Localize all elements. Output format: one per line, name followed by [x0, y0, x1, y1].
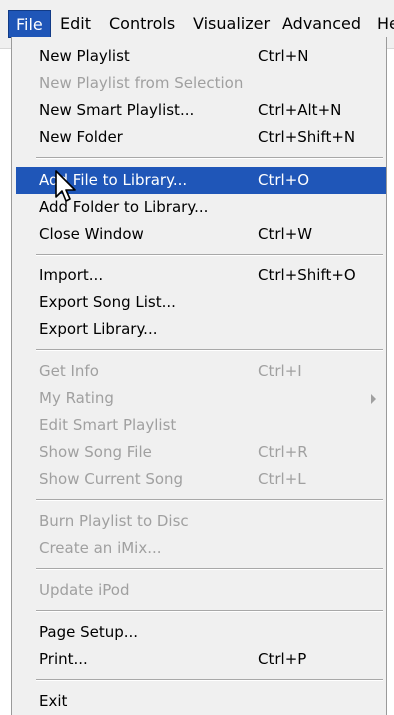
- menu-item-label: Show Song File: [39, 443, 152, 461]
- menu-item-shortcut: Ctrl+N: [258, 47, 309, 65]
- menu-item-export-library[interactable]: Export Library...: [16, 316, 386, 343]
- menu-item-label: Page Setup...: [39, 623, 139, 641]
- menu-item-shortcut: Ctrl+R: [258, 443, 308, 461]
- menu-item-new-playlist[interactable]: New Playlist Ctrl+N: [16, 43, 386, 70]
- menu-item-new-smart-playlist[interactable]: New Smart Playlist... Ctrl+Alt+N: [16, 97, 386, 124]
- menu-edit[interactable]: Edit: [53, 10, 98, 38]
- menu-item-label: New Folder: [39, 128, 123, 146]
- menu-item-shortcut: Ctrl+O: [258, 171, 310, 189]
- menu-item-label: Burn Playlist to Disc: [39, 512, 189, 530]
- menu-advanced[interactable]: Advanced: [275, 10, 368, 38]
- menu-item-print[interactable]: Print... Ctrl+P: [16, 646, 386, 673]
- menu-item-import[interactable]: Import... Ctrl+Shift+O: [16, 262, 386, 289]
- menu-item-exit[interactable]: Exit: [16, 688, 386, 715]
- menu-item-shortcut: Ctrl+Shift+O: [258, 266, 356, 284]
- menu-item-shortcut: Ctrl+L: [258, 470, 306, 488]
- menu-item-shortcut: Ctrl+P: [258, 650, 307, 668]
- menu-item-label: Get Info: [39, 362, 99, 380]
- menu-item-label: Export Library...: [39, 320, 158, 338]
- menu-item-label: Create an iMix...: [39, 539, 162, 557]
- menu-item-create-an-imix: Create an iMix...: [16, 535, 386, 562]
- menu-item-new-playlist-from-selection: New Playlist from Selection: [16, 70, 386, 97]
- menu-item-page-setup[interactable]: Page Setup...: [16, 619, 386, 646]
- menu-item-burn-playlist-to-disc: Burn Playlist to Disc: [16, 508, 386, 535]
- menu-separator: [36, 349, 383, 351]
- menu-visualizer[interactable]: Visualizer: [186, 10, 277, 38]
- menu-item-shortcut: Ctrl+Shift+N: [258, 128, 356, 146]
- menu-item-label: Exit: [39, 692, 68, 710]
- menu-item-shortcut: Ctrl+Alt+N: [258, 101, 342, 119]
- menu-separator: [36, 254, 383, 256]
- menu-separator: [36, 499, 383, 501]
- menu-item-label: New Playlist from Selection: [39, 74, 244, 92]
- menu-item-label: Edit Smart Playlist: [39, 416, 177, 434]
- menu-item-label: Export Song List...: [39, 293, 176, 311]
- menu-item-label: New Smart Playlist...: [39, 101, 195, 119]
- menu-item-close-window[interactable]: Close Window Ctrl+W: [16, 221, 386, 248]
- menu-item-show-song-file: Show Song File Ctrl+R: [16, 439, 386, 466]
- menu-item-label: Update iPod: [39, 581, 130, 599]
- menu-separator: [36, 568, 383, 570]
- menu-separator: [36, 679, 383, 681]
- menu-item-label: Print...: [39, 650, 88, 668]
- menu-item-edit-smart-playlist: Edit Smart Playlist: [16, 412, 386, 439]
- menu-item-label: Import...: [39, 266, 104, 284]
- menu-item-shortcut: Ctrl+I: [258, 362, 302, 380]
- menu-item-get-info: Get Info Ctrl+I: [16, 358, 386, 385]
- menu-item-export-song-list[interactable]: Export Song List...: [16, 289, 386, 316]
- file-menu-dropdown: New Playlist Ctrl+N New Playlist from Se…: [11, 37, 387, 715]
- menu-separator: [36, 157, 383, 159]
- menu-item-my-rating: My Rating: [16, 385, 386, 412]
- menu-item-show-current-song: Show Current Song Ctrl+L: [16, 466, 386, 493]
- menu-item-label: Close Window: [39, 225, 144, 243]
- menu-controls[interactable]: Controls: [102, 10, 182, 38]
- menu-item-new-folder[interactable]: New Folder Ctrl+Shift+N: [16, 124, 386, 151]
- mouse-pointer-icon: [55, 170, 76, 202]
- submenu-arrow-icon: [371, 394, 376, 404]
- menu-item-update-ipod: Update iPod: [16, 577, 386, 604]
- menu-help[interactable]: He: [370, 10, 394, 38]
- menu-item-label: Show Current Song: [39, 470, 184, 488]
- menu-separator: [36, 610, 383, 612]
- menu-item-label: New Playlist: [39, 47, 130, 65]
- menu-file[interactable]: File: [8, 10, 51, 38]
- menu-item-shortcut: Ctrl+W: [258, 225, 313, 243]
- menu-item-label: My Rating: [39, 389, 114, 407]
